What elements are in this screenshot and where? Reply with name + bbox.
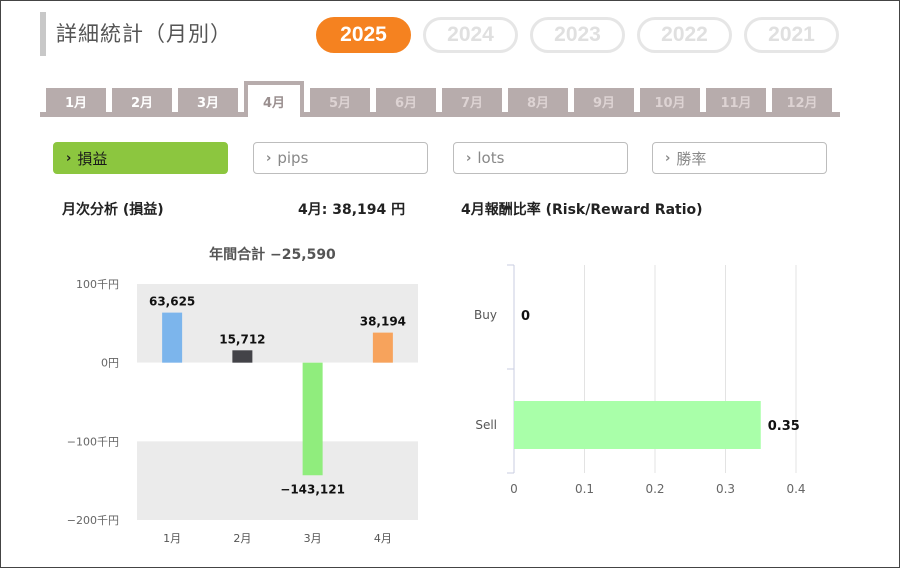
bar-2月[interactable] bbox=[232, 350, 253, 363]
year-button-2022[interactable]: 2022 bbox=[637, 17, 732, 53]
risk-reward-heading: 4月報酬比率 (Risk/Reward Ratio) bbox=[461, 202, 703, 218]
year-button-2024[interactable]: 2024 bbox=[423, 17, 518, 53]
metric-label: 損益 bbox=[77, 149, 108, 168]
grid-band bbox=[137, 362, 418, 442]
x-tick-label: 0.4 bbox=[786, 482, 805, 496]
bar-3月[interactable] bbox=[302, 362, 323, 476]
metric-label: lots bbox=[477, 149, 505, 167]
metric-label: pips bbox=[277, 149, 309, 167]
chevron-right-icon: › bbox=[266, 150, 272, 166]
month-tab-2[interactable]: 2月 bbox=[112, 88, 172, 114]
month-tab-11[interactable]: 11月 bbox=[706, 88, 766, 114]
page-title: 詳細統計（月別） bbox=[56, 22, 232, 46]
month-tab-12[interactable]: 12月 bbox=[772, 88, 832, 114]
y-tick-label: 0円 bbox=[101, 357, 119, 370]
data-label: 15,712 bbox=[219, 332, 265, 346]
year-button-2023[interactable]: 2023 bbox=[530, 17, 625, 53]
data-label: −143,121 bbox=[280, 482, 345, 496]
x-tick-label: 3月 bbox=[304, 532, 322, 545]
bar-Sell[interactable] bbox=[514, 401, 761, 449]
monthly-analysis-heading: 月次分析 (損益) bbox=[62, 202, 164, 218]
x-tick-label: 0.3 bbox=[716, 482, 735, 496]
month-summary: 4月: 38,194 円 bbox=[298, 202, 406, 218]
metric-label: 勝率 bbox=[676, 149, 707, 168]
metric-button-profit[interactable]: › 損益 bbox=[53, 142, 228, 174]
bar-1月[interactable] bbox=[162, 312, 183, 363]
x-tick-label: 0 bbox=[510, 482, 518, 496]
grid-band bbox=[137, 441, 418, 520]
metric-button-lots[interactable]: › lots bbox=[453, 142, 628, 174]
month-tab-4[interactable]: 4月 bbox=[244, 81, 304, 117]
x-tick-label: 0.1 bbox=[575, 482, 594, 496]
month-tab-5[interactable]: 5月 bbox=[310, 88, 370, 114]
y-tick-label: −100千円 bbox=[67, 435, 119, 448]
month-tab-10[interactable]: 10月 bbox=[640, 88, 700, 114]
monthly-pl-chart: 年間合計 −25,590 100千円 0円 −100千円 −200千円 63,625 1月 1… bbox=[67, 246, 418, 545]
month-tab-6[interactable]: 6月 bbox=[376, 88, 436, 114]
year-button-2021[interactable]: 2021 bbox=[744, 17, 839, 53]
metric-button-pips[interactable]: › pips bbox=[253, 142, 428, 174]
month-tab-7[interactable]: 7月 bbox=[442, 88, 502, 114]
month-tab-1[interactable]: 1月 bbox=[46, 88, 106, 114]
month-tab-3[interactable]: 3月 bbox=[178, 88, 238, 114]
y-category-label: Buy bbox=[474, 308, 497, 322]
month-tab-8[interactable]: 8月 bbox=[508, 88, 568, 114]
chart-title: 年間合計 −25,590 bbox=[209, 246, 336, 263]
x-tick-label: 4月 bbox=[374, 532, 392, 545]
month-tab-9[interactable]: 9月 bbox=[574, 88, 634, 114]
data-label: 38,194 bbox=[360, 315, 406, 329]
x-tick-label: 2月 bbox=[233, 532, 251, 545]
y-tick-label: 100千円 bbox=[76, 278, 119, 291]
data-label: 0 bbox=[521, 309, 530, 324]
y-category-label: Sell bbox=[475, 418, 497, 432]
risk-reward-chart: 0 0.1 0.2 0.3 0.4 Buy 0 Sell 0.35 bbox=[474, 264, 806, 496]
year-button-2025[interactable]: 2025 bbox=[316, 17, 411, 53]
bar-4月[interactable] bbox=[372, 332, 393, 363]
metric-button-winrate[interactable]: › 勝率 bbox=[652, 142, 827, 174]
chevron-right-icon: › bbox=[665, 150, 671, 166]
y-tick-label: −200千円 bbox=[67, 514, 119, 527]
data-label: 63,625 bbox=[149, 295, 195, 309]
title-accent-bar bbox=[40, 12, 46, 56]
x-tick-label: 0.2 bbox=[645, 482, 664, 496]
x-tick-label: 1月 bbox=[163, 532, 181, 545]
chevron-right-icon: › bbox=[466, 150, 472, 166]
data-label: 0.35 bbox=[768, 419, 800, 434]
chevron-right-icon: › bbox=[66, 150, 72, 166]
